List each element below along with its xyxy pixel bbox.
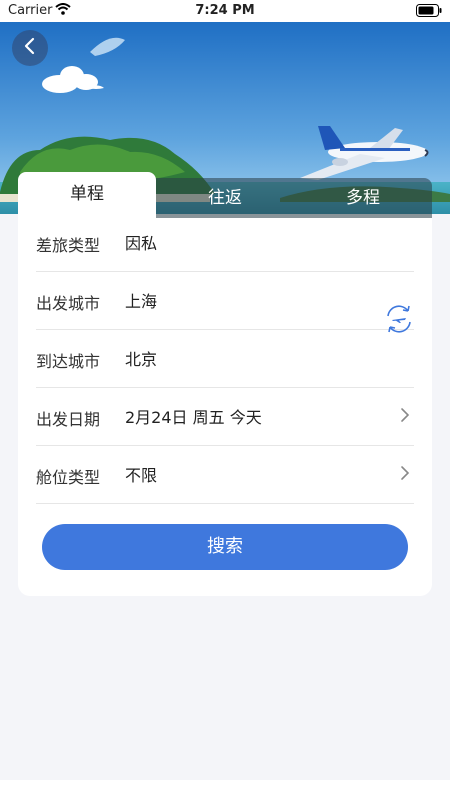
cabin-class-value[interactable]: 不限 [125, 462, 157, 486]
form-row-arrival-city[interactable]: 到达城市 北京 [36, 330, 414, 388]
arrival-city-label: 到达城市 [36, 352, 101, 371]
arrival-city-value[interactable]: 北京 [125, 346, 157, 370]
tab-multi-city[interactable]: 多程 [294, 178, 432, 218]
trip-type-tabs: 单程 往返 多程 [18, 172, 432, 218]
cabin-class-label: 舱位类型 [36, 468, 101, 487]
form-row-departure-city[interactable]: 出发城市 上海 [36, 272, 414, 330]
back-button[interactable] [12, 30, 48, 66]
chevron-right-icon [400, 465, 410, 485]
clock-time: 7:24 PM [195, 3, 255, 18]
tab-round-trip[interactable]: 往返 [156, 178, 294, 218]
chevron-left-icon [23, 37, 37, 59]
form-row-departure-date[interactable]: 出发日期 2月24日 周五 今天 [36, 388, 414, 446]
departure-city-label: 出发城市 [36, 294, 101, 313]
departure-date-value[interactable]: 2月24日 周五 今天 [125, 404, 262, 428]
form-row-travel-type[interactable]: 差旅类型 因私 [36, 214, 414, 272]
status-bar: Carrier 7:24 PM [0, 0, 450, 22]
bottom-safe-area [0, 780, 450, 800]
departure-date-label: 出发日期 [36, 410, 101, 429]
swap-cities-icon [383, 305, 415, 339]
tab-one-way[interactable]: 单程 [18, 172, 156, 218]
swap-cities-button[interactable] [383, 303, 415, 335]
booking-form-card: 差旅类型 因私 出发城市 上海 到达城市 北京 出发日期 2月24日 周五 今天… [18, 214, 432, 596]
travel-type-label: 差旅类型 [36, 236, 101, 255]
form-row-cabin-class[interactable]: 舱位类型 不限 [36, 446, 414, 504]
search-button[interactable]: 搜索 [42, 524, 408, 570]
travel-type-value[interactable]: 因私 [125, 230, 157, 254]
departure-city-value[interactable]: 上海 [125, 288, 157, 312]
chevron-right-icon [400, 407, 410, 427]
battery-icon [416, 4, 442, 21]
